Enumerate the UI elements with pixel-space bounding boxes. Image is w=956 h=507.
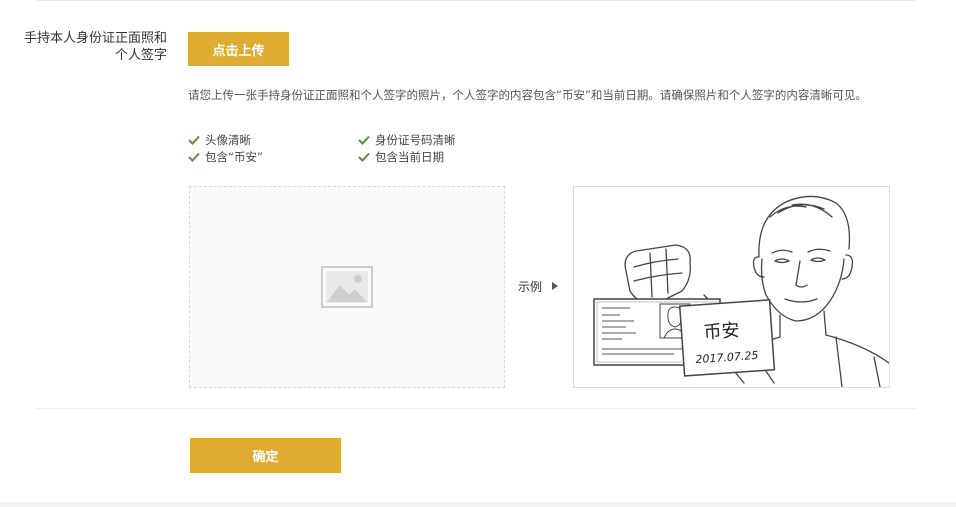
upload-button[interactable]: 点击上传: [188, 32, 289, 66]
requirement-item: 头像清晰: [188, 132, 251, 148]
requirement-label: 包含当前日期: [375, 150, 444, 164]
top-divider: [36, 0, 916, 1]
check-icon: [188, 135, 200, 145]
page-footer-band: [0, 502, 956, 507]
requirement-label: 包含“币安”: [205, 150, 263, 164]
requirement-item: 包含当前日期: [358, 149, 444, 165]
check-icon: [358, 152, 370, 162]
example-image: 币安 2017.07.25: [573, 186, 890, 388]
requirement-label: 头像清晰: [205, 133, 251, 147]
requirement-item: 包含“币安”: [188, 149, 263, 165]
upload-instructions: 请您上传一张手持身份证正面照和个人签字的照片，个人签字的内容包含“币安”和当前日…: [188, 88, 867, 102]
upload-dropzone[interactable]: [189, 186, 505, 388]
section-divider: [36, 408, 916, 409]
field-label: 手持本人身份证正面照和个人签字: [24, 31, 168, 63]
requirement-item: 身份证号码清晰: [358, 132, 456, 148]
example-sign-name: 币安: [703, 320, 740, 343]
caret-right-icon: [552, 282, 558, 290]
example-label: 示例: [518, 280, 543, 294]
check-icon: [358, 135, 370, 145]
check-icon: [188, 152, 200, 162]
confirm-button[interactable]: 确定: [190, 438, 341, 473]
requirement-label: 身份证号码清晰: [375, 133, 456, 147]
image-placeholder-icon: [321, 266, 373, 308]
example-illustration: 币安 2017.07.25: [593, 195, 889, 387]
